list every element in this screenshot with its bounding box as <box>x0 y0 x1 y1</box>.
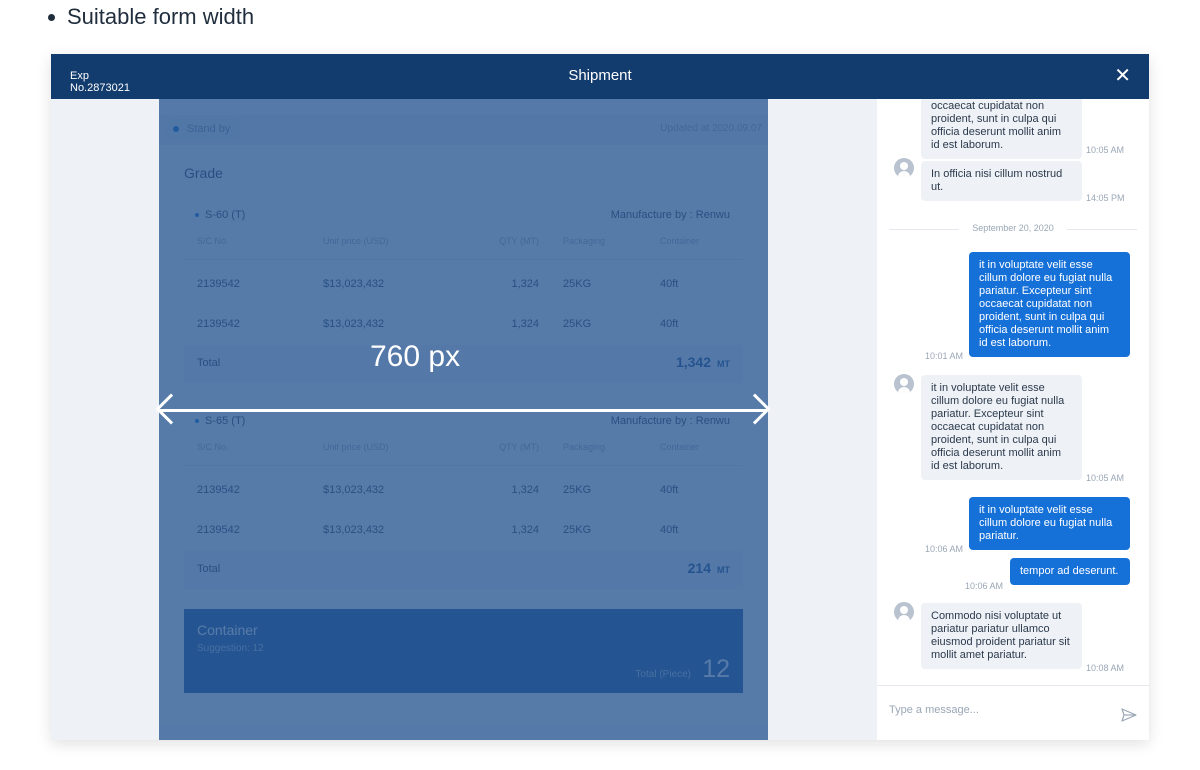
cell-packaging: 25KG <box>563 318 592 330</box>
manufacture-label: Manufacture by : Renwu <box>610 209 730 221</box>
col-sc-no: S/C No. <box>197 236 229 246</box>
manufacture-label: Manufacture by : Renwu <box>610 415 730 427</box>
cell-sc-no: 2139542 <box>197 484 240 496</box>
cell-qty: 1,324 <box>511 524 539 536</box>
container-summary: Container Suggestion: 12 Total (Piece) 1… <box>184 609 743 693</box>
width-annotation-label: 760 px <box>370 340 461 373</box>
cell-sc-no: 2139542 <box>197 318 240 330</box>
chat-message-in: Commodo nisi voluptate ut pariatur paria… <box>921 603 1082 669</box>
cell-unit-price: $13,023,432 <box>323 318 385 330</box>
col-container: Container <box>660 442 700 452</box>
table-row[interactable]: 2139542 $13,023,432 1,324 25KG 40ft <box>184 471 743 511</box>
updated-at: Updated at 2020.09.07 <box>660 123 762 134</box>
container-suggestion: Suggestion: 12 <box>197 643 264 654</box>
total-unit: MT <box>717 359 730 369</box>
col-qty: QTY (MT) <box>499 236 539 246</box>
cell-packaging: 25KG <box>563 484 592 496</box>
chat-message-in: occaecat cupidatat non proident, sunt in… <box>921 99 1082 159</box>
message-composer <box>877 685 1149 740</box>
message-time: 10:06 AM <box>925 544 964 554</box>
message-time: 10:05 AM <box>1086 473 1125 483</box>
col-qty: QTY (MT) <box>499 442 539 452</box>
container-title: Container <box>197 622 258 638</box>
cell-packaging: 25KG <box>563 524 592 536</box>
shipment-window: Exp No.2873021 Shipment ✕ Stand by Updat… <box>51 54 1149 740</box>
chat-message-in: In officia nisi cillum nostrud ut. <box>921 161 1082 201</box>
status-badge: Stand by <box>165 119 243 139</box>
chat-panel: occaecat cupidatat non proident, sunt in… <box>877 99 1149 740</box>
total-label: Total <box>197 357 221 369</box>
total-row: Total 1,342 MT <box>184 345 743 383</box>
page-heading-text: Suitable form width <box>67 4 255 29</box>
send-icon[interactable] <box>1121 707 1137 723</box>
cell-container: 40ft <box>660 278 679 290</box>
table-header: S/C No. Unit price (USD) QTY (MT) Packag… <box>184 442 743 466</box>
window-title: Shipment <box>568 67 632 84</box>
total-value: 1,342 <box>675 354 711 370</box>
group-name: S-65 (T) <box>195 415 245 427</box>
cell-sc-no: 2139542 <box>197 524 240 536</box>
message-time: 14:05 PM <box>1086 193 1125 203</box>
cell-unit-price: $13,023,432 <box>323 484 385 496</box>
avatar <box>894 374 914 394</box>
table-row[interactable]: 2139542 $13,023,432 1,324 25KG 40ft <box>184 305 743 345</box>
col-unit-price: Unit price (USD) <box>323 236 389 246</box>
shipment-form: Stand by Updated at 2020.09.07 Grade S-6… <box>159 99 768 740</box>
close-icon[interactable]: ✕ <box>1114 66 1131 86</box>
cell-sc-no: 2139542 <box>197 278 240 290</box>
col-unit-price: Unit price (USD) <box>323 442 389 452</box>
col-packaging: Packaging <box>563 442 606 452</box>
table-row[interactable]: 2139542 $13,023,432 1,324 25KG 40ft <box>184 265 743 305</box>
col-sc-no: S/C No. <box>197 442 229 452</box>
grade-title: Grade <box>184 165 223 181</box>
cell-qty: 1,324 <box>511 278 539 290</box>
avatar <box>894 158 914 178</box>
cell-container: 40ft <box>660 484 679 496</box>
total-value-wrap: 1,342 MT <box>676 354 730 370</box>
total-value: 214 <box>687 560 711 576</box>
date-divider: September 20, 2020 <box>889 223 1137 233</box>
cell-unit-price: $13,023,432 <box>323 278 385 290</box>
window-titlebar: Exp No.2873021 Shipment ✕ <box>51 54 1149 99</box>
col-container: Container <box>660 236 700 246</box>
message-time: 10:06 AM <box>965 581 1004 591</box>
cell-container: 40ft <box>660 524 679 536</box>
total-value-wrap: 214 MT <box>688 560 730 576</box>
message-input[interactable] <box>889 704 1099 716</box>
cell-packaging: 25KG <box>563 278 592 290</box>
col-packaging: Packaging <box>563 236 606 246</box>
status-bar: Stand by Updated at 2020.09.07 <box>159 115 768 145</box>
grade-card: Grade S-60 (T) Manufacture by : Renwu S/… <box>159 145 768 725</box>
total-label: Total <box>197 563 221 575</box>
total-unit: MT <box>717 565 730 575</box>
chat-message-in: it in voluptate velit esse cillum dolore… <box>921 375 1082 480</box>
cell-container: 40ft <box>660 318 679 330</box>
bullet-icon <box>48 13 55 21</box>
chat-message-out: it in voluptate velit esse cillum dolore… <box>969 252 1130 357</box>
width-annotation-line <box>160 409 766 412</box>
avatar <box>894 602 914 622</box>
cell-qty: 1,324 <box>511 484 539 496</box>
message-time: 10:01 AM <box>925 351 964 361</box>
group-name: S-60 (T) <box>195 209 245 221</box>
container-total-value: 12 <box>702 655 730 683</box>
container-total-label: Total (Piece) <box>635 669 691 680</box>
message-time: 10:05 AM <box>1086 145 1125 155</box>
table-header: S/C No. Unit price (USD) QTY (MT) Packag… <box>184 236 743 260</box>
cell-qty: 1,324 <box>511 318 539 330</box>
page-heading: Suitable form width <box>48 4 254 30</box>
chat-message-out: it in voluptate velit esse cillum dolore… <box>969 497 1130 550</box>
message-time: 10:08 AM <box>1086 663 1125 673</box>
table-row[interactable]: 2139542 $13,023,432 1,324 25KG 40ft <box>184 511 743 551</box>
total-row: Total 214 MT <box>184 551 743 589</box>
chat-message-out: tempor ad deserunt. <box>1010 558 1130 585</box>
cell-unit-price: $13,023,432 <box>323 524 385 536</box>
